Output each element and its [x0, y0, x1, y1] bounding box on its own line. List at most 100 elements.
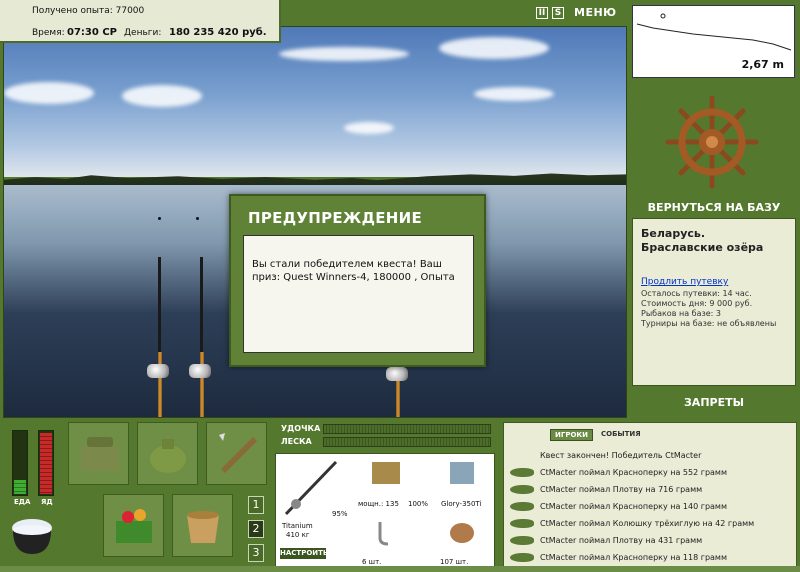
- dialog-message: Вы стали победителем квеста! Ваш приз: Q…: [243, 235, 474, 353]
- reel-icon[interactable]: [147, 364, 169, 378]
- fish-icon: [510, 553, 534, 562]
- cloud: [279, 47, 409, 61]
- event-text: CtMacter поймал Красноперку на 552 грамм: [540, 468, 727, 477]
- location-title: Беларусь. Браславские озёра: [641, 227, 764, 254]
- gear-panel: 95% Titanium 410 кг НАСТРОИТЬ мощн.: 135…: [275, 453, 495, 569]
- hook-count: 6 шт.: [362, 558, 382, 566]
- event-text: CtMacter поймал Красноперку на 140 грамм: [540, 502, 727, 511]
- time-value: 07:30 СР: [67, 27, 117, 38]
- inventory-tab-2[interactable]: 2: [248, 520, 264, 538]
- rod-tip: [158, 257, 161, 352]
- event-text: CtMacter поймал Плотву на 716 грамм: [540, 485, 703, 494]
- day-cost: Стоимость дня: 9 000 руб.: [641, 299, 753, 308]
- depth-value: 2,67 m: [741, 58, 784, 71]
- cloud: [122, 85, 202, 107]
- xp-value: 77000: [115, 6, 145, 16]
- fish-icon: [510, 536, 534, 545]
- boat-position-marker: [660, 13, 666, 19]
- events-panel: ИГРОКИ СОБЫТИЯ Квест закончен! Победител…: [503, 422, 797, 570]
- fishing-rod-2[interactable]: [200, 352, 204, 417]
- events-list: Квест закончен! Победитель CtMacter CtMa…: [508, 447, 794, 566]
- tournaments-status: Турниры на базе: не объявлены: [641, 319, 777, 328]
- top-controls: II S МЕНЮ: [536, 6, 617, 19]
- taskbar: [0, 566, 800, 572]
- bottom-panel: ЕДА ЯД 1 2 3 УДОЧКА ЛЕСКА 95% Titanium 4…: [0, 418, 800, 572]
- events-tabs: ИГРОКИ СОБЫТИЯ: [550, 429, 645, 441]
- poison-label: ЯД: [41, 498, 53, 506]
- fish-icon: [510, 502, 534, 511]
- inventory-slot-bucket[interactable]: [172, 494, 233, 557]
- tab-events[interactable]: СОБЫТИЯ: [597, 429, 645, 441]
- pass-remaining: Осталось путевки: 14 час.: [641, 289, 752, 298]
- xp-row: Получено опыта: 77000: [32, 6, 144, 16]
- event-text: Квест закончен! Победитель CtMacter: [540, 451, 702, 460]
- inventory-slot-knife[interactable]: [206, 422, 267, 485]
- reel-icon[interactable]: [386, 367, 408, 381]
- event-item: CtMacter поймал Красноперку на 140 грамм: [508, 498, 794, 515]
- sound-button[interactable]: S: [552, 6, 564, 19]
- tackle-bag-icon: [81, 437, 119, 471]
- inventory-slot-bag[interactable]: [68, 422, 129, 485]
- reel-percent: 100%: [408, 500, 429, 508]
- inventory-slot-sack[interactable]: [137, 422, 198, 485]
- bait-count: 107 шт.: [440, 558, 469, 566]
- knife-icon: [219, 433, 257, 473]
- pause-button[interactable]: II: [536, 6, 548, 19]
- reel-icon[interactable]: [189, 364, 211, 378]
- cloud: [474, 87, 554, 101]
- food-basket-icon: [116, 509, 152, 543]
- rod-icon[interactable]: [280, 458, 340, 518]
- rod-tip: [200, 257, 203, 352]
- bans-button[interactable]: ЗАПРЕТЫ: [639, 396, 789, 409]
- cauldron-icon[interactable]: [7, 510, 57, 560]
- cloud: [344, 122, 394, 134]
- event-item: CtMacter поймал Плотву на 716 грамм: [508, 481, 794, 498]
- return-to-base-button[interactable]: ВЕРНУТЬСЯ НА БАЗУ: [639, 201, 789, 214]
- fish-icon: [510, 468, 534, 477]
- menu-button[interactable]: МЕНЮ: [574, 6, 617, 19]
- event-text: CtMacter поймал Колюшку трёхиглую на 42 …: [540, 519, 755, 528]
- food-label: ЕДА: [14, 498, 31, 506]
- game-root: Получено опыта: 77000 Время: 07:30 СР Де…: [0, 0, 800, 572]
- event-text: CtMacter поймал Красноперку на 118 грамм: [540, 553, 727, 562]
- tab-players[interactable]: ИГРОКИ: [550, 429, 593, 441]
- rod-name: Titanium: [282, 522, 313, 530]
- sack-icon: [150, 439, 186, 473]
- extend-pass-link[interactable]: Продлить путевку: [641, 277, 787, 287]
- time-label: Время:: [32, 28, 65, 38]
- rod-weight: 410 кг: [286, 531, 310, 539]
- line-name: Glory-350Ti: [441, 500, 482, 508]
- fish-icon: [510, 519, 534, 528]
- bucket-icon: [187, 511, 219, 543]
- setup-button[interactable]: НАСТРОИТЬ: [280, 548, 328, 559]
- food-fill: [14, 479, 26, 494]
- warning-dialog[interactable]: ПРЕДУПРЕЖДЕНИЕ Вы стали победителем квес…: [229, 194, 486, 367]
- hook-icon[interactable]: [368, 518, 404, 548]
- depth-chart: 2,67 m: [632, 5, 795, 78]
- rod-durability-bar: [323, 424, 491, 434]
- line-label: ЛЕСКА: [281, 437, 312, 446]
- cloud: [439, 37, 549, 59]
- fish-icon: [510, 485, 534, 494]
- fishing-rod-1[interactable]: [158, 352, 162, 417]
- money-value: 180 235 420 руб.: [169, 27, 267, 38]
- bait-icon[interactable]: [444, 518, 480, 548]
- food-meter: [12, 430, 28, 496]
- inventory-tab-1[interactable]: 1: [248, 496, 264, 514]
- money-label: Деньги:: [124, 28, 162, 38]
- event-item: CtMacter поймал Колюшку трёхиглую на 42 …: [508, 515, 794, 532]
- cloud: [4, 82, 94, 104]
- event-item: CtMacter поймал Красноперку на 118 грамм: [508, 549, 794, 566]
- location-info: Беларусь. Браславские озёра Продлить пут…: [632, 218, 796, 386]
- inventory-tab-3[interactable]: 3: [248, 544, 264, 562]
- event-item: CtMacter поймал Плотву на 431 грамм: [508, 532, 794, 549]
- helm-icon[interactable]: [664, 94, 760, 190]
- rod-percent: 95%: [332, 510, 348, 518]
- inventory-slot-basket[interactable]: [103, 494, 164, 557]
- player-info-panel: Получено опыта: 77000 Время: 07:30 СР Де…: [0, 0, 281, 43]
- reel-icon[interactable]: [368, 458, 404, 488]
- fishing-line-icon[interactable]: [444, 458, 480, 488]
- xp-label: Получено опыта:: [32, 6, 113, 16]
- float-marker: [196, 217, 199, 220]
- event-header: Квест закончен! Победитель CtMacter: [508, 447, 794, 464]
